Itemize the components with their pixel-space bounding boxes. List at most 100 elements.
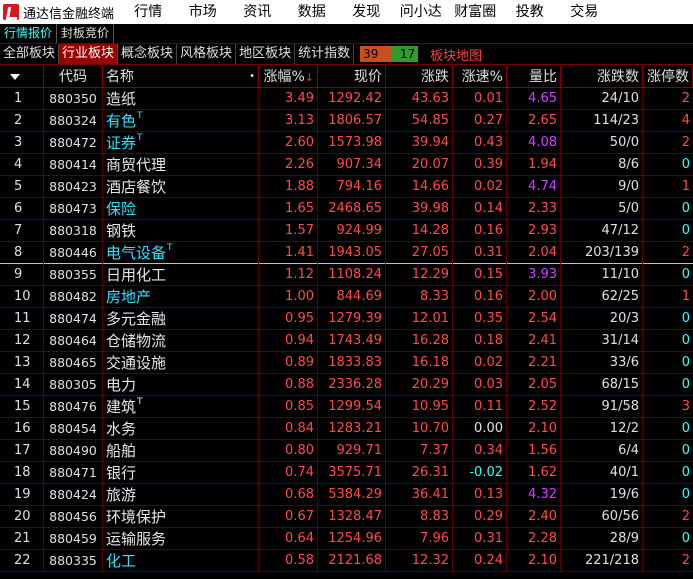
limit-up-count-text: 0 (681, 420, 690, 436)
column-header-name[interactable]: 名称 • (103, 65, 259, 88)
table-row[interactable]: 8 880446 电气设备T 1.41 1943.05 27.05 0.31 2.04 203/… (0, 241, 693, 264)
change: 27.05 (386, 241, 453, 264)
sector-code-text: 880305 (49, 376, 97, 392)
speed-text: 0.11 (474, 398, 503, 414)
sector-map-link[interactable]: 板块地图 (430, 45, 482, 64)
change-pct-text: 0.74 (285, 464, 314, 480)
row-index: 11 (0, 307, 44, 330)
change-pct: 3.13 (259, 109, 318, 132)
table-row[interactable]: 16 880454 水务 0.84 1283.21 10.70 0.00 2.10 12/2 0 (0, 417, 693, 440)
row-index: 19 (0, 483, 44, 506)
tab-all-sectors[interactable]: 全部板块 (0, 44, 60, 64)
up-down-count: 50/0 (561, 131, 643, 154)
column-header-code[interactable]: 代码 (44, 65, 103, 88)
change-pct: 1.00 (259, 285, 318, 308)
tab-style-sectors[interactable]: 风格板块 (177, 44, 237, 64)
volume-ratio-text: 3.93 (528, 266, 557, 282)
column-header-volume-ratio[interactable]: 量比 (507, 65, 561, 88)
menu-item-ask[interactable]: 问小达 (394, 0, 449, 24)
table-row[interactable]: 20 880456 环境保护 0.67 1328.47 8.83 0.29 2.40 60/56… (0, 505, 693, 528)
column-header-change-pct-label: 涨幅% (263, 68, 305, 85)
change-pct: 0.58 (259, 549, 318, 572)
price-text: 794.16 (336, 178, 383, 194)
sector-name: 造纸 (103, 87, 259, 110)
up-down-count-text: 31/14 (601, 332, 639, 348)
table-row[interactable]: 18 880471 银行 0.74 3575.71 26.31 -0.02 1.62 40/1 0 (0, 461, 693, 484)
sector-name-text: 电力 (106, 375, 137, 394)
change-pct: 0.68 (259, 483, 318, 506)
table-row[interactable]: 17 880490 船舶 0.80 929.71 7.37 0.34 1.56 6/4 0 (0, 439, 693, 462)
sector-name: 电力 (103, 373, 259, 396)
speed: 0.02 (453, 351, 507, 374)
volume-ratio-text: 2.33 (528, 200, 557, 216)
table-row[interactable]: 21 880459 运输服务 0.64 1254.96 7.96 0.31 2.28 28/9 0 (0, 527, 693, 550)
menu-item-education[interactable]: 投教 (503, 0, 558, 24)
tab-limit-auction[interactable]: 封板竞价 (57, 24, 115, 43)
menu-item-wealth[interactable]: 财富圈 (448, 0, 503, 24)
column-header-speed[interactable]: 涨速% (453, 65, 507, 88)
table-row[interactable]: 4 880414 商贸代理 2.26 907.34 20.07 0.39 1.94 8/6 0 (0, 153, 693, 176)
tab-concept-sectors[interactable]: 概念板块 (118, 44, 178, 64)
table-row[interactable]: 22 880335 化工 0.58 2121.68 12.32 0.24 2.10 221/21… (0, 549, 693, 572)
speed-text: 0.24 (474, 552, 503, 568)
tab-quotes[interactable]: 行情报价 (0, 24, 58, 43)
up-down-count-text: 9/0 (618, 178, 639, 194)
table-row[interactable]: 7 880318 钢铁 1.57 924.99 14.28 0.16 2.93 47/12 0 (0, 219, 693, 242)
change: 12.32 (386, 549, 453, 572)
menu-item-market[interactable]: 市场 (176, 0, 231, 24)
menu-item-trade[interactable]: 交易 (557, 0, 612, 24)
speed-text: 0.02 (474, 354, 503, 370)
price-text: 1806.57 (328, 112, 382, 128)
speed-text: 0.13 (474, 486, 503, 502)
table-row[interactable]: 15 880476 建筑T 0.85 1299.54 10.95 0.11 2.52 91/58… (0, 395, 693, 418)
table-row[interactable]: 1 880350 造纸 3.49 1292.42 43.63 0.01 4.65 24/10 2 (0, 87, 693, 110)
volume-ratio: 1.56 (507, 439, 561, 462)
main-menu: 行情 市场 资讯 数据 发现 问小达 财富圈 投教 交易 (121, 0, 612, 24)
change: 20.29 (386, 373, 453, 396)
row-index: 4 (0, 153, 44, 176)
limit-up-count: 0 (643, 528, 693, 550)
sector-name: 酒店餐饮 (103, 175, 259, 198)
tab-region-sectors[interactable]: 地区板块 (236, 44, 296, 64)
up-down-count-text: 8/6 (618, 156, 639, 172)
volume-ratio: 2.28 (507, 527, 561, 550)
table-row[interactable]: 14 880305 电力 0.88 2336.28 20.29 0.03 2.05 68/15 0 (0, 373, 693, 396)
menu-item-data[interactable]: 数据 (285, 0, 340, 24)
table-row[interactable]: 12 880464 仓储物流 0.94 1743.49 16.28 0.18 2.41 31/1… (0, 329, 693, 352)
table-row[interactable]: 19 880424 旅游 0.68 5384.29 36.41 0.13 4.32 19/6 0 (0, 483, 693, 506)
price-text: 907.34 (336, 156, 383, 172)
table-row[interactable]: 11 880474 多元金融 0.95 1279.39 12.01 0.35 2.54 20/3… (0, 307, 693, 330)
volume-ratio-text: 2.52 (528, 398, 557, 414)
volume-ratio-text: 2.65 (528, 112, 557, 128)
change-pct: 0.74 (259, 461, 318, 484)
table-row[interactable]: 9 880355 日用化工 1.12 1108.24 12.29 0.15 3.93 11/10… (0, 263, 693, 286)
tab-stat-index[interactable]: 统计指数 (295, 44, 355, 64)
menu-item-discover[interactable]: 发现 (339, 0, 394, 24)
price: 2336.28 (318, 373, 386, 396)
menu-item-news[interactable]: 资讯 (230, 0, 285, 24)
change: 12.01 (386, 307, 453, 330)
column-header-up-down[interactable]: 涨跌数 (561, 65, 643, 88)
change-text: 39.94 (411, 134, 449, 150)
change-pct: 0.89 (259, 351, 318, 374)
column-header-limit-up[interactable]: 涨停数 (643, 65, 693, 88)
volume-ratio: 2.65 (507, 109, 561, 132)
table-row[interactable]: 6 880473 保险 1.65 2468.65 39.98 0.14 2.33 5/0 0 (0, 197, 693, 220)
column-header-index[interactable] (0, 65, 44, 88)
table-row[interactable]: 2 880324 有色T 3.13 1806.57 54.85 0.27 2.65 114/23… (0, 109, 693, 132)
table-row[interactable]: 3 880472 证券T 2.60 1573.98 39.94 0.43 4.08 50/0 2 (0, 131, 693, 154)
column-header-price[interactable]: 现价 (318, 65, 386, 88)
volume-ratio: 4.08 (507, 131, 561, 154)
table-row[interactable]: 13 880465 交通设施 0.89 1833.83 16.18 0.02 2.21 33/6… (0, 351, 693, 374)
speed-text: 0.18 (474, 332, 503, 348)
column-header-change-pct[interactable]: 涨幅%↓ (259, 65, 318, 88)
table-row[interactable]: 5 880423 酒店餐饮 1.88 794.16 14.66 0.02 4.74 9/0 1 (0, 175, 693, 198)
menu-item-quotes[interactable]: 行情 (121, 0, 176, 24)
change: 20.07 (386, 153, 453, 176)
change: 39.94 (386, 131, 453, 154)
price-text: 1573.98 (328, 134, 382, 150)
column-header-change[interactable]: 涨跌 (386, 65, 453, 88)
change-text: 14.66 (411, 178, 449, 194)
tab-industry-sectors[interactable]: 行业板块 (59, 44, 119, 64)
table-row[interactable]: 10 880482 房地产 1.00 844.69 8.33 0.16 2.00 62/25 1 (0, 285, 693, 308)
